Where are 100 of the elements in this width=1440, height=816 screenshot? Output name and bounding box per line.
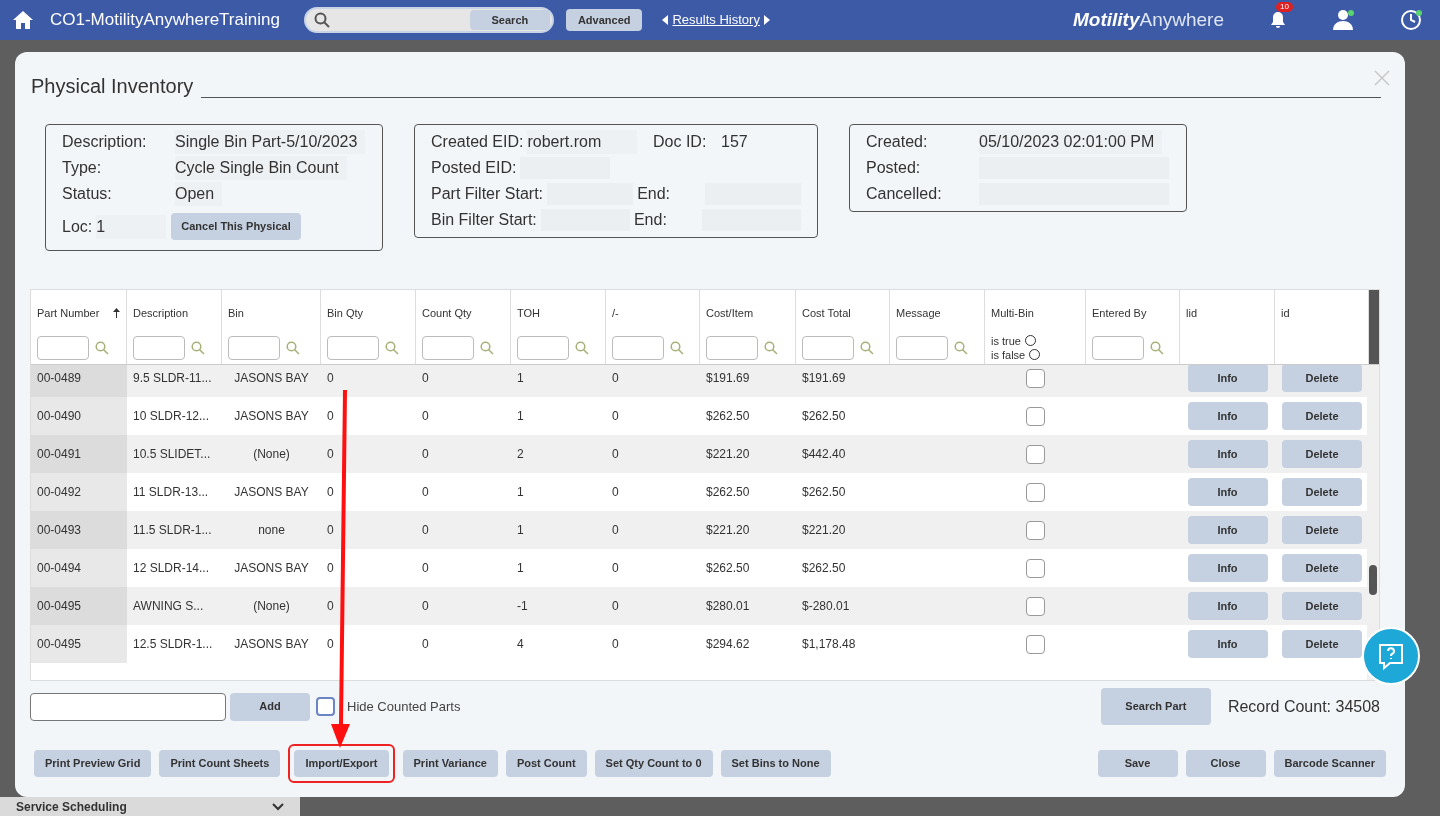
- radio-button[interactable]: [1029, 349, 1041, 360]
- search-icon[interactable]: [385, 340, 399, 355]
- column-header[interactable]: Part Number: [37, 305, 100, 322]
- action-button[interactable]: Barcode Scanner: [1273, 750, 1386, 777]
- action-button[interactable]: Print Variance: [402, 750, 498, 777]
- column-header[interactable]: TOH: [517, 305, 541, 322]
- filter-field[interactable]: [612, 335, 664, 360]
- results-history-link[interactable]: Results History: [672, 10, 760, 30]
- field-label: Doc ID:: [653, 132, 708, 152]
- action-button[interactable]: Print Count Sheets: [159, 750, 281, 777]
- column-header[interactable]: Bin: [228, 305, 244, 322]
- cancel-button[interactable]: Cancel This Physical: [171, 213, 301, 240]
- column-header[interactable]: lid: [1186, 305, 1197, 322]
- info-button[interactable]: Info: [1187, 516, 1268, 544]
- column-header[interactable]: Bin Qty: [327, 305, 364, 322]
- column-header[interactable]: Cost/Item: [706, 305, 754, 322]
- table-cell-text: 0: [611, 370, 620, 387]
- delete-button[interactable]: Delete: [1282, 478, 1362, 506]
- field-label: Part Filter Start:: [431, 184, 544, 204]
- search-icon[interactable]: [191, 340, 205, 355]
- column-header[interactable]: id: [1281, 305, 1290, 322]
- add-part-field[interactable]: [30, 692, 226, 721]
- column-header[interactable]: Entered By: [1092, 305, 1147, 322]
- checkbox[interactable]: [1026, 482, 1045, 502]
- scrollbar-thumb[interactable]: [1369, 565, 1377, 595]
- delete-button[interactable]: Delete: [1282, 365, 1362, 392]
- action-button[interactable]: Print Preview Grid: [34, 750, 152, 777]
- search-field[interactable]: Search: [303, 7, 554, 33]
- search-icon[interactable]: [480, 340, 494, 355]
- info-button[interactable]: Info: [1187, 365, 1268, 392]
- column-header[interactable]: Count Qty: [422, 305, 472, 322]
- column-header[interactable]: Cost Total: [802, 305, 851, 322]
- action-button[interactable]: Save: [1097, 750, 1178, 777]
- sort-arrow-icon[interactable]: [113, 308, 120, 319]
- delete-button[interactable]: Delete: [1282, 516, 1362, 544]
- search-icon[interactable]: [670, 340, 684, 355]
- filter-field[interactable]: [1092, 335, 1144, 360]
- table-cell-text: 1: [516, 522, 525, 539]
- column-header[interactable]: Message: [896, 305, 941, 322]
- home-icon[interactable]: [12, 10, 34, 30]
- delete-button[interactable]: Delete: [1282, 440, 1362, 468]
- info-button[interactable]: Info: [1187, 440, 1268, 468]
- search-icon[interactable]: [95, 340, 109, 355]
- dialog-title: Physical Inventory: [31, 76, 194, 96]
- info-button[interactable]: Info: [1187, 478, 1268, 506]
- radio-button[interactable]: [1024, 335, 1036, 346]
- action-button[interactable]: Set Bins to None: [720, 750, 831, 777]
- search-icon[interactable]: [286, 340, 300, 355]
- filter-field[interactable]: [327, 335, 379, 360]
- action-button[interactable]: Post Count: [505, 750, 587, 777]
- left-arrow-icon[interactable]: [662, 15, 669, 25]
- search-icon[interactable]: [575, 340, 589, 355]
- right-arrow-icon[interactable]: [763, 15, 770, 25]
- action-button[interactable]: Close: [1185, 750, 1266, 777]
- info-button[interactable]: Info: [1187, 630, 1268, 658]
- info-button[interactable]: Info: [1187, 554, 1268, 582]
- search-icon[interactable]: [860, 340, 874, 355]
- info-button[interactable]: Info: [1187, 402, 1268, 430]
- checkbox[interactable]: [316, 697, 335, 716]
- checkbox[interactable]: [1026, 406, 1045, 426]
- scrollbar[interactable]: [1369, 290, 1379, 364]
- checkbox[interactable]: [1026, 520, 1045, 540]
- filter-field[interactable]: [37, 335, 89, 360]
- filter-field[interactable]: [517, 335, 569, 360]
- delete-button[interactable]: Delete: [1282, 554, 1362, 582]
- column-header[interactable]: Description: [133, 305, 189, 322]
- advanced-button[interactable]: Advanced: [565, 9, 643, 31]
- clock-icon[interactable]: [1400, 9, 1424, 31]
- table-cell-text: $262.50: [705, 408, 751, 425]
- checkbox[interactable]: [1026, 634, 1045, 654]
- action-button[interactable]: Set Qty Count to 0: [594, 750, 713, 777]
- filter-field[interactable]: [802, 335, 854, 360]
- column-header[interactable]: Multi-Bin: [991, 305, 1034, 322]
- add-button[interactable]: Add: [230, 692, 310, 721]
- search-icon[interactable]: [1150, 340, 1164, 355]
- checkbox[interactable]: [1026, 596, 1045, 616]
- info-button[interactable]: Info: [1187, 592, 1268, 620]
- action-button[interactable]: Import/Export: [294, 750, 389, 777]
- filter-field[interactable]: [896, 335, 948, 360]
- delete-button[interactable]: Delete: [1282, 592, 1362, 620]
- filter-field[interactable]: [706, 335, 758, 360]
- search-icon[interactable]: [764, 340, 778, 355]
- table-cell-text: (None): [252, 598, 291, 615]
- checkbox[interactable]: [1026, 558, 1045, 578]
- checkbox[interactable]: [1026, 368, 1045, 388]
- close-icon[interactable]: [1374, 70, 1390, 86]
- checkbox[interactable]: [1026, 444, 1045, 464]
- search-button[interactable]: Search: [469, 10, 550, 30]
- delete-button[interactable]: Delete: [1282, 402, 1362, 430]
- filter-field[interactable]: [133, 335, 185, 360]
- field-label: Created EID:: [431, 132, 524, 152]
- delete-button[interactable]: Delete: [1282, 630, 1362, 658]
- search-icon[interactable]: [954, 340, 968, 355]
- user-icon[interactable]: [1332, 9, 1356, 31]
- filter-field[interactable]: [228, 335, 280, 360]
- bell-icon[interactable]: [1268, 10, 1288, 30]
- filter-field[interactable]: [422, 335, 474, 360]
- search-part-button[interactable]: Search Part: [1100, 688, 1211, 725]
- column-header[interactable]: /-: [612, 305, 619, 322]
- table-cell-text: $442.40: [801, 446, 847, 463]
